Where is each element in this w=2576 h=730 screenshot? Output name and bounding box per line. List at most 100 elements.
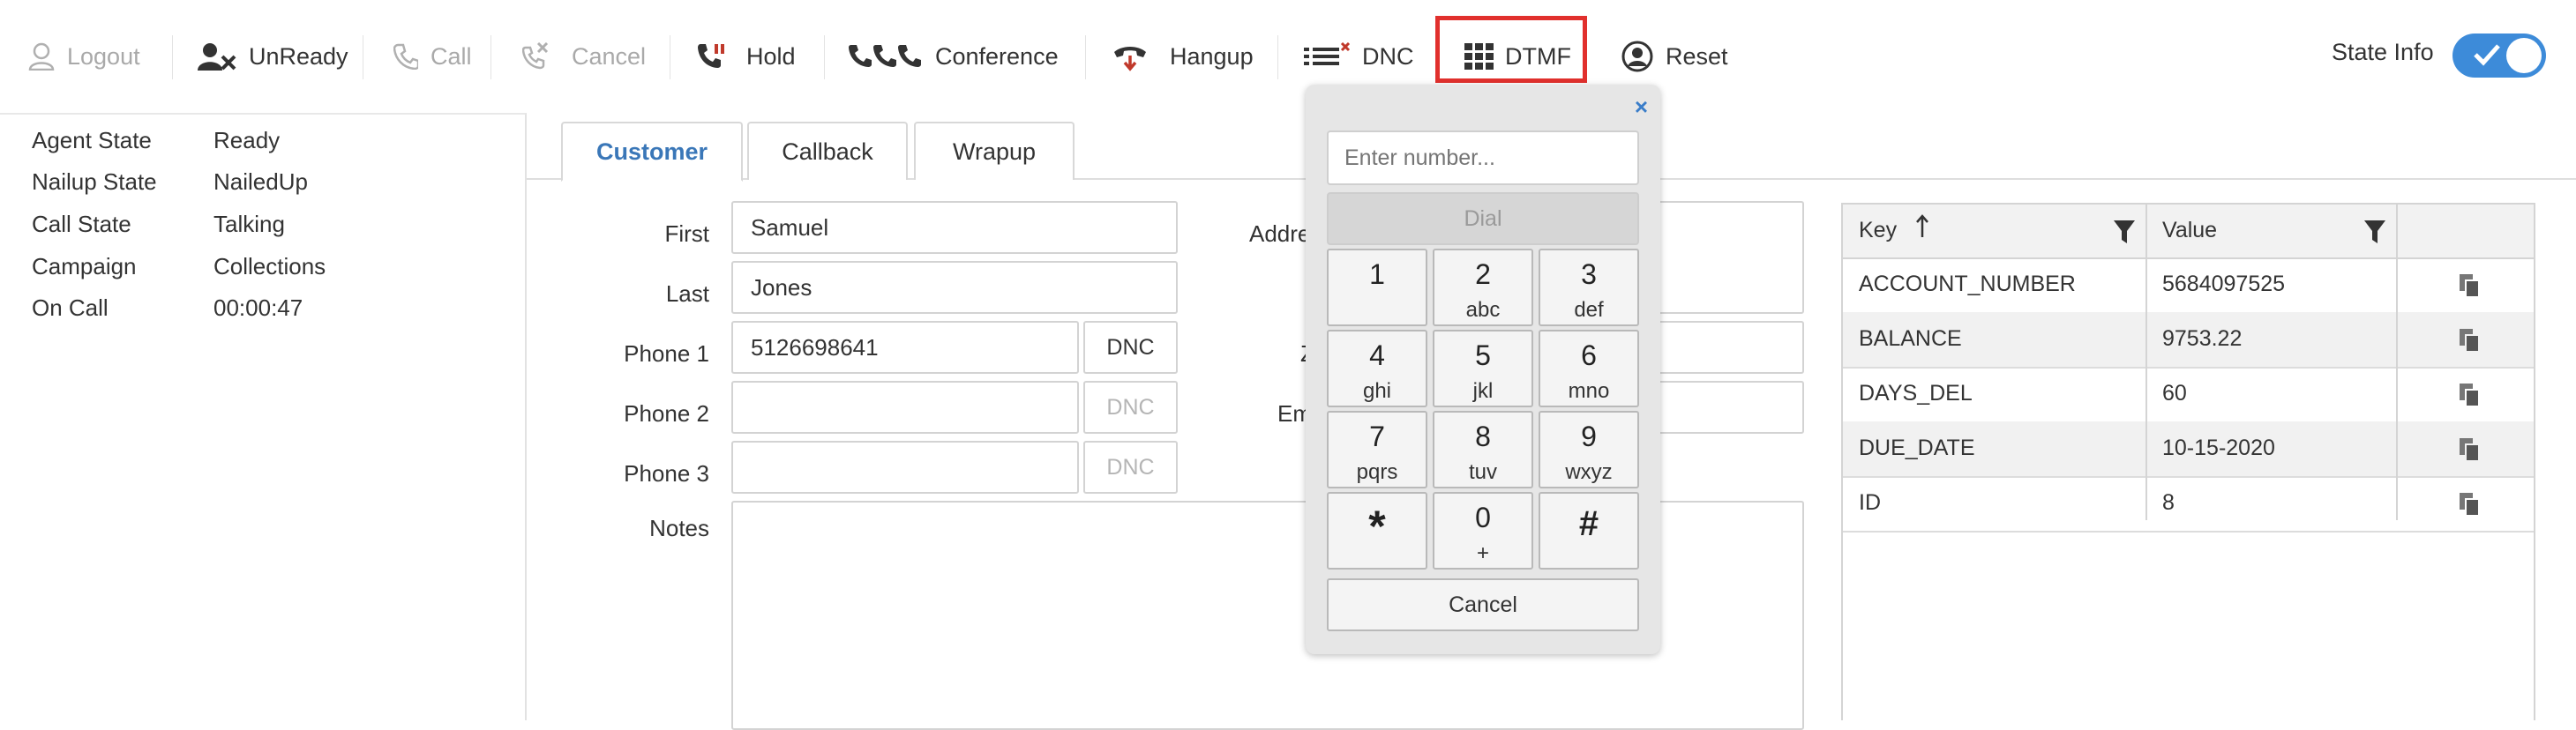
keypad-key-2[interactable]: 2 abc [1433, 249, 1533, 326]
key-value-table: Key Value ACCOUNT_NUMBER 5684097525 BALA… [1841, 203, 2535, 720]
phone2-field[interactable] [731, 381, 1079, 434]
copy-icon[interactable] [2459, 383, 2482, 413]
dtmf-cancel-button[interactable]: Cancel [1327, 578, 1639, 631]
copy-icon[interactable] [2459, 328, 2482, 359]
key-digit: 0 [1475, 502, 1491, 533]
dtmf-button[interactable]: DTMF [1464, 26, 1571, 86]
phone1-field[interactable]: 5126698641 [731, 321, 1079, 374]
row-key: DUE_DATE [1859, 436, 1975, 460]
user-x-icon [198, 42, 236, 71]
state-key: Agent State [32, 127, 152, 153]
tab-label: Wrapup [952, 138, 1037, 165]
dnc-toolbar-label: DNC [1362, 42, 1414, 70]
key-filter-icon[interactable] [2113, 219, 2136, 250]
table-row: ACCOUNT_NUMBER 5684097525 [1843, 257, 2534, 314]
phone-cancel-icon [522, 42, 549, 71]
keypad-key-3[interactable]: 3 def [1539, 249, 1639, 326]
phone3-field[interactable] [731, 441, 1079, 494]
keypad-key-5[interactable]: 5 jkl [1433, 330, 1533, 407]
key-letters: jkl [1472, 379, 1494, 403]
conference-button[interactable]: Conference [849, 26, 1059, 86]
dnc-toolbar-button[interactable]: DNC [1304, 26, 1414, 86]
hold-label: Hold [746, 42, 796, 70]
tab-callback[interactable]: Callback [747, 122, 908, 180]
key-digit: 5 [1475, 339, 1491, 371]
first-name-label: First [664, 220, 709, 247]
user-circle-icon [1621, 41, 1653, 72]
row-key: ID [1859, 490, 1881, 515]
keypad-key-star[interactable]: * [1327, 492, 1427, 570]
close-icon[interactable]: × [1635, 93, 1648, 121]
tab-label: Customer [595, 138, 708, 165]
unready-button[interactable]: UnReady [198, 26, 348, 86]
phone3-dnc-button[interactable]: DNC [1083, 441, 1178, 494]
hold-button[interactable]: Hold [697, 26, 796, 86]
unready-label: UnReady [249, 42, 348, 70]
key-letters: ghi [1362, 379, 1392, 403]
phone-hold-icon [697, 42, 725, 71]
state-info-label: State Info [2332, 39, 2434, 65]
logout-button[interactable]: Logout [28, 26, 140, 86]
key-digit: 1 [1369, 258, 1385, 290]
row-value: 8 [2162, 490, 2175, 515]
state-value: Talking [213, 211, 285, 237]
table-header: Key Value [1843, 205, 2534, 259]
keypad-key-6[interactable]: 6 mno [1539, 330, 1639, 407]
cancel-call-button[interactable]: Cancel [522, 26, 646, 86]
list-x-icon [1304, 42, 1353, 71]
table-row: ID 8 [1843, 476, 2534, 533]
keypad-key-9[interactable]: 9 wxyz [1539, 411, 1639, 488]
toolbar-divider [172, 35, 173, 79]
dtmf-label: DTMF [1505, 42, 1571, 70]
row-value: 10-15-2020 [2162, 436, 2275, 460]
sort-arrow-up-icon[interactable] [1915, 213, 1929, 244]
phone1-dnc-button[interactable]: DNC [1083, 321, 1178, 374]
value-column-header[interactable]: Value [2162, 218, 2217, 243]
toolbar-divider [1085, 35, 1086, 79]
toolbar-divider [824, 35, 825, 79]
keypad-key-7[interactable]: 7 pqrs [1327, 411, 1427, 488]
tab-wrapup[interactable]: Wrapup [914, 122, 1075, 180]
copy-icon[interactable] [2459, 273, 2482, 304]
row-value: 60 [2162, 381, 2187, 406]
keypad-key-hash[interactable]: # [1539, 492, 1639, 570]
keypad-key-0[interactable]: 0 + [1433, 492, 1533, 570]
column-divider [2396, 205, 2398, 520]
hangup-label: Hangup [1170, 42, 1254, 70]
keypad-grid-icon [1464, 43, 1494, 70]
column-divider [2145, 205, 2147, 520]
first-name-field[interactable]: Samuel [731, 201, 1178, 254]
call-button[interactable]: Call [393, 26, 472, 86]
key-digit: 3 [1581, 258, 1597, 290]
key-digit: 4 [1369, 339, 1385, 371]
state-value: Collections [213, 253, 326, 279]
key-digit: 6 [1581, 339, 1597, 371]
dtmf-number-input[interactable] [1327, 130, 1639, 185]
hangup-icon [1113, 41, 1147, 71]
state-key: Call State [32, 211, 131, 237]
last-name-field[interactable]: Jones [731, 261, 1178, 314]
copy-icon[interactable] [2459, 492, 2482, 523]
keypad-key-8[interactable]: 8 tuv [1433, 411, 1533, 488]
state-info-toggle[interactable] [2452, 34, 2546, 78]
table-row: DAYS_DEL 60 [1843, 367, 2534, 423]
toolbar-divider [490, 35, 491, 79]
last-name-label: Last [665, 280, 709, 307]
keypad-key-4[interactable]: 4 ghi [1327, 330, 1427, 407]
copy-icon[interactable] [2459, 437, 2482, 468]
phone3-label: Phone 3 [624, 460, 709, 487]
phone2-dnc-button[interactable]: DNC [1083, 381, 1178, 434]
reset-button[interactable]: Reset [1621, 26, 1728, 86]
toolbar: Logout UnReady Call Cancel Hold Conferen… [0, 0, 2576, 113]
tab-customer[interactable]: Customer [561, 122, 743, 182]
key-letters: abc [1465, 298, 1501, 322]
key-digit: 8 [1475, 421, 1491, 452]
state-value: NailedUp [213, 168, 308, 195]
hangup-button[interactable]: Hangup [1113, 26, 1254, 86]
value-filter-icon[interactable] [2363, 219, 2386, 250]
row-value: 5684097525 [2162, 272, 2286, 296]
key-column-header[interactable]: Key [1859, 218, 1897, 243]
key-digit: 7 [1369, 421, 1385, 452]
keypad-key-1[interactable]: 1 [1327, 249, 1427, 326]
dial-button[interactable]: Dial [1327, 192, 1639, 245]
